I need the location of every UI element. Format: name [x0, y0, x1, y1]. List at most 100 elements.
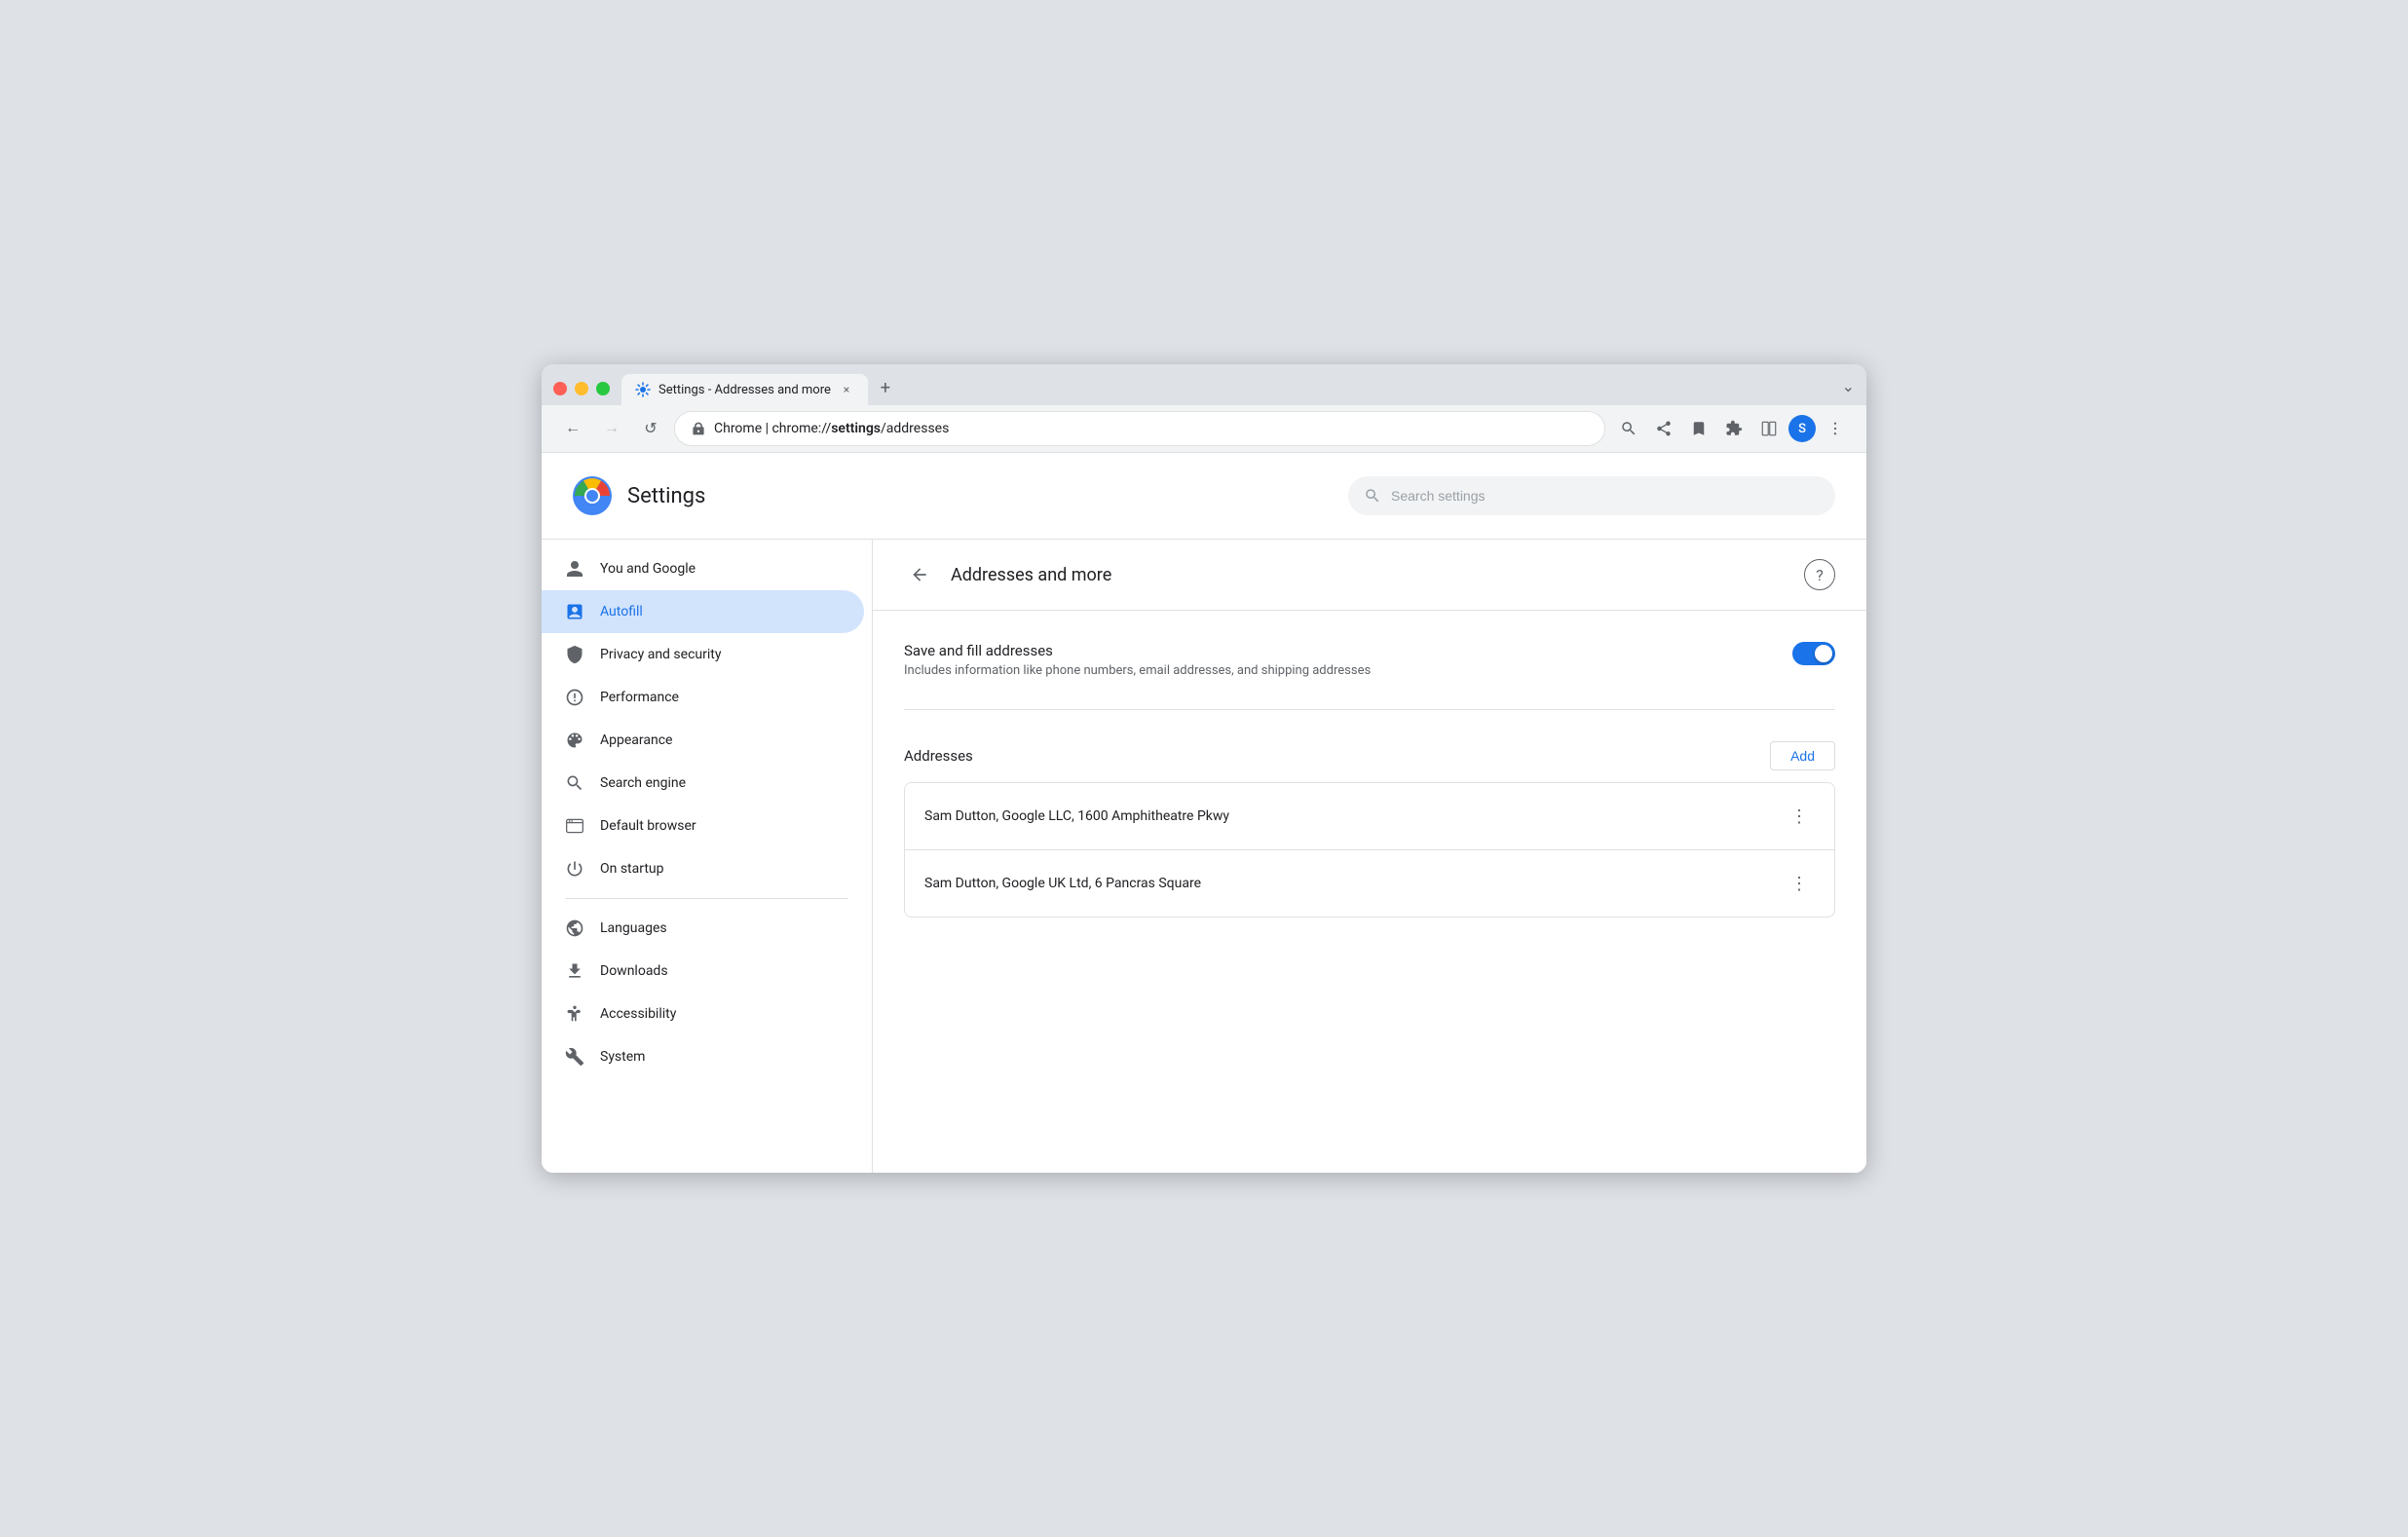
search-engine-icon — [565, 773, 584, 793]
sidebar-label-you-and-google: You and Google — [600, 561, 696, 577]
sidebar-item-autofill[interactable]: Autofill — [542, 590, 864, 633]
sidebar-item-accessibility[interactable]: Accessibility — [542, 993, 864, 1035]
sidebar-label-on-startup: On startup — [600, 861, 664, 877]
toggle-text: Save and fill addresses Includes informa… — [904, 642, 1371, 678]
chrome-logo — [573, 476, 612, 515]
settings-search-bar[interactable] — [1348, 476, 1835, 515]
tab-close-button[interactable]: × — [839, 382, 854, 397]
zoom-button[interactable] — [1613, 413, 1644, 444]
address-list: Sam Dutton, Google LLC, 1600 Amphitheatr… — [904, 782, 1835, 918]
sidebar-item-downloads[interactable]: Downloads — [542, 950, 864, 993]
person-icon — [565, 559, 584, 579]
avatar[interactable]: S — [1788, 415, 1816, 442]
content-title: Addresses and more — [951, 565, 1111, 585]
sidebar-label-search-engine: Search engine — [600, 775, 686, 791]
save-fill-toggle[interactable] — [1792, 642, 1835, 665]
url-text: Chrome | chrome://settings/addresses — [714, 421, 949, 436]
content-body: Save and fill addresses Includes informa… — [873, 611, 1866, 949]
url-path-bold: settings — [831, 421, 881, 436]
tab-favicon — [635, 382, 651, 397]
sidebar-label-system: System — [600, 1049, 645, 1065]
palette-icon — [565, 731, 584, 750]
toggle-track — [1792, 642, 1835, 665]
refresh-button[interactable]: ↺ — [635, 413, 666, 444]
main-content: Addresses and more ? Save and fill addre… — [873, 540, 1866, 1173]
nav-actions: S — [1613, 413, 1851, 444]
wrench-icon — [565, 1047, 584, 1067]
accessibility-icon — [565, 1004, 584, 1024]
forward-button[interactable]: → — [596, 413, 627, 444]
address-menu-button-2[interactable]: ⋮ — [1784, 868, 1815, 899]
sidebar-item-system[interactable]: System — [542, 1035, 864, 1078]
search-input[interactable] — [1391, 488, 1820, 504]
minimize-traffic-light[interactable] — [575, 382, 588, 395]
address-text-2: Sam Dutton, Google UK Ltd, 6 Pancras Squ… — [924, 876, 1201, 891]
address-text-1: Sam Dutton, Google LLC, 1600 Amphitheatr… — [924, 808, 1229, 824]
address-item-1: Sam Dutton, Google LLC, 1600 Amphitheatr… — [905, 783, 1834, 850]
url-protocol: Chrome | chrome:// — [714, 421, 831, 436]
help-icon: ? — [1816, 566, 1824, 584]
active-tab[interactable]: Settings - Addresses and more × — [621, 374, 868, 405]
sidebar-item-performance[interactable]: Performance — [542, 676, 864, 719]
fullscreen-traffic-light[interactable] — [596, 382, 610, 395]
sidebar-label-default-browser: Default browser — [600, 818, 696, 834]
globe-icon — [565, 918, 584, 938]
menu-button[interactable] — [1820, 413, 1851, 444]
toggle-description: Includes information like phone numbers,… — [904, 663, 1371, 678]
bookmark-button[interactable] — [1683, 413, 1714, 444]
sidebar-item-search-engine[interactable]: Search engine — [542, 762, 864, 805]
startup-icon — [565, 859, 584, 879]
sidebar-item-on-startup[interactable]: On startup — [542, 847, 864, 890]
search-icon — [1364, 487, 1381, 505]
settings-page: Settings You and Google — [542, 453, 1866, 1173]
nav-bar: ← → ↺ Chrome | chrome://settings/address… — [542, 405, 1866, 453]
sidebar-item-you-and-google[interactable]: You and Google — [542, 547, 864, 590]
back-button[interactable]: ← — [557, 413, 588, 444]
tab-dropdown-button[interactable]: ⌄ — [1842, 377, 1855, 405]
sidebar-label-accessibility: Accessibility — [600, 1006, 676, 1022]
sidebar-label-autofill: Autofill — [600, 604, 643, 619]
shield-icon — [565, 645, 584, 664]
settings-body: You and Google Autofill Privacy and secu… — [542, 540, 1866, 1173]
sidebar-label-downloads: Downloads — [600, 963, 668, 979]
sidebar-label-languages: Languages — [600, 920, 667, 936]
help-button[interactable]: ? — [1804, 559, 1835, 590]
sidebar: You and Google Autofill Privacy and secu… — [542, 540, 873, 1173]
sidebar-item-privacy-security[interactable]: Privacy and security — [542, 633, 864, 676]
content-back-button[interactable] — [904, 559, 935, 590]
sidebar-label-appearance: Appearance — [600, 732, 672, 748]
close-traffic-light[interactable] — [553, 382, 567, 395]
new-tab-button[interactable]: + — [872, 374, 899, 401]
save-fill-addresses-row: Save and fill addresses Includes informa… — [904, 642, 1835, 710]
toggle-label: Save and fill addresses — [904, 642, 1371, 659]
url-path-rest: /addresses — [881, 421, 949, 436]
addresses-section: Addresses Add Sam Dutton, Google LLC, 16… — [904, 741, 1835, 918]
settings-header: Settings — [542, 453, 1866, 540]
url-security-icon — [691, 421, 706, 436]
content-header: Addresses and more ? — [873, 540, 1866, 611]
addresses-header: Addresses Add — [904, 741, 1835, 770]
share-button[interactable] — [1648, 413, 1679, 444]
browser-icon — [565, 816, 584, 836]
toggle-thumb — [1815, 645, 1832, 662]
extensions-button[interactable] — [1718, 413, 1750, 444]
sidebar-label-performance: Performance — [600, 690, 679, 705]
add-address-button[interactable]: Add — [1770, 741, 1835, 770]
address-item-2: Sam Dutton, Google UK Ltd, 6 Pancras Squ… — [905, 850, 1834, 917]
sidebar-divider — [565, 898, 848, 899]
sidebar-item-default-browser[interactable]: Default browser — [542, 805, 864, 847]
download-icon — [565, 961, 584, 981]
sidebar-label-privacy: Privacy and security — [600, 647, 721, 662]
sidebar-item-languages[interactable]: Languages — [542, 907, 864, 950]
autofill-icon — [565, 602, 584, 621]
traffic-lights — [553, 382, 610, 405]
split-button[interactable] — [1753, 413, 1785, 444]
addresses-section-label: Addresses — [904, 747, 973, 765]
title-bar: Settings - Addresses and more × + ⌄ — [542, 364, 1866, 405]
browser-window: Settings - Addresses and more × + ⌄ ← → … — [542, 364, 1866, 1173]
gauge-icon — [565, 688, 584, 707]
address-bar[interactable]: Chrome | chrome://settings/addresses — [674, 411, 1605, 446]
address-menu-button-1[interactable]: ⋮ — [1784, 801, 1815, 832]
settings-page-title: Settings — [627, 484, 705, 508]
sidebar-item-appearance[interactable]: Appearance — [542, 719, 864, 762]
